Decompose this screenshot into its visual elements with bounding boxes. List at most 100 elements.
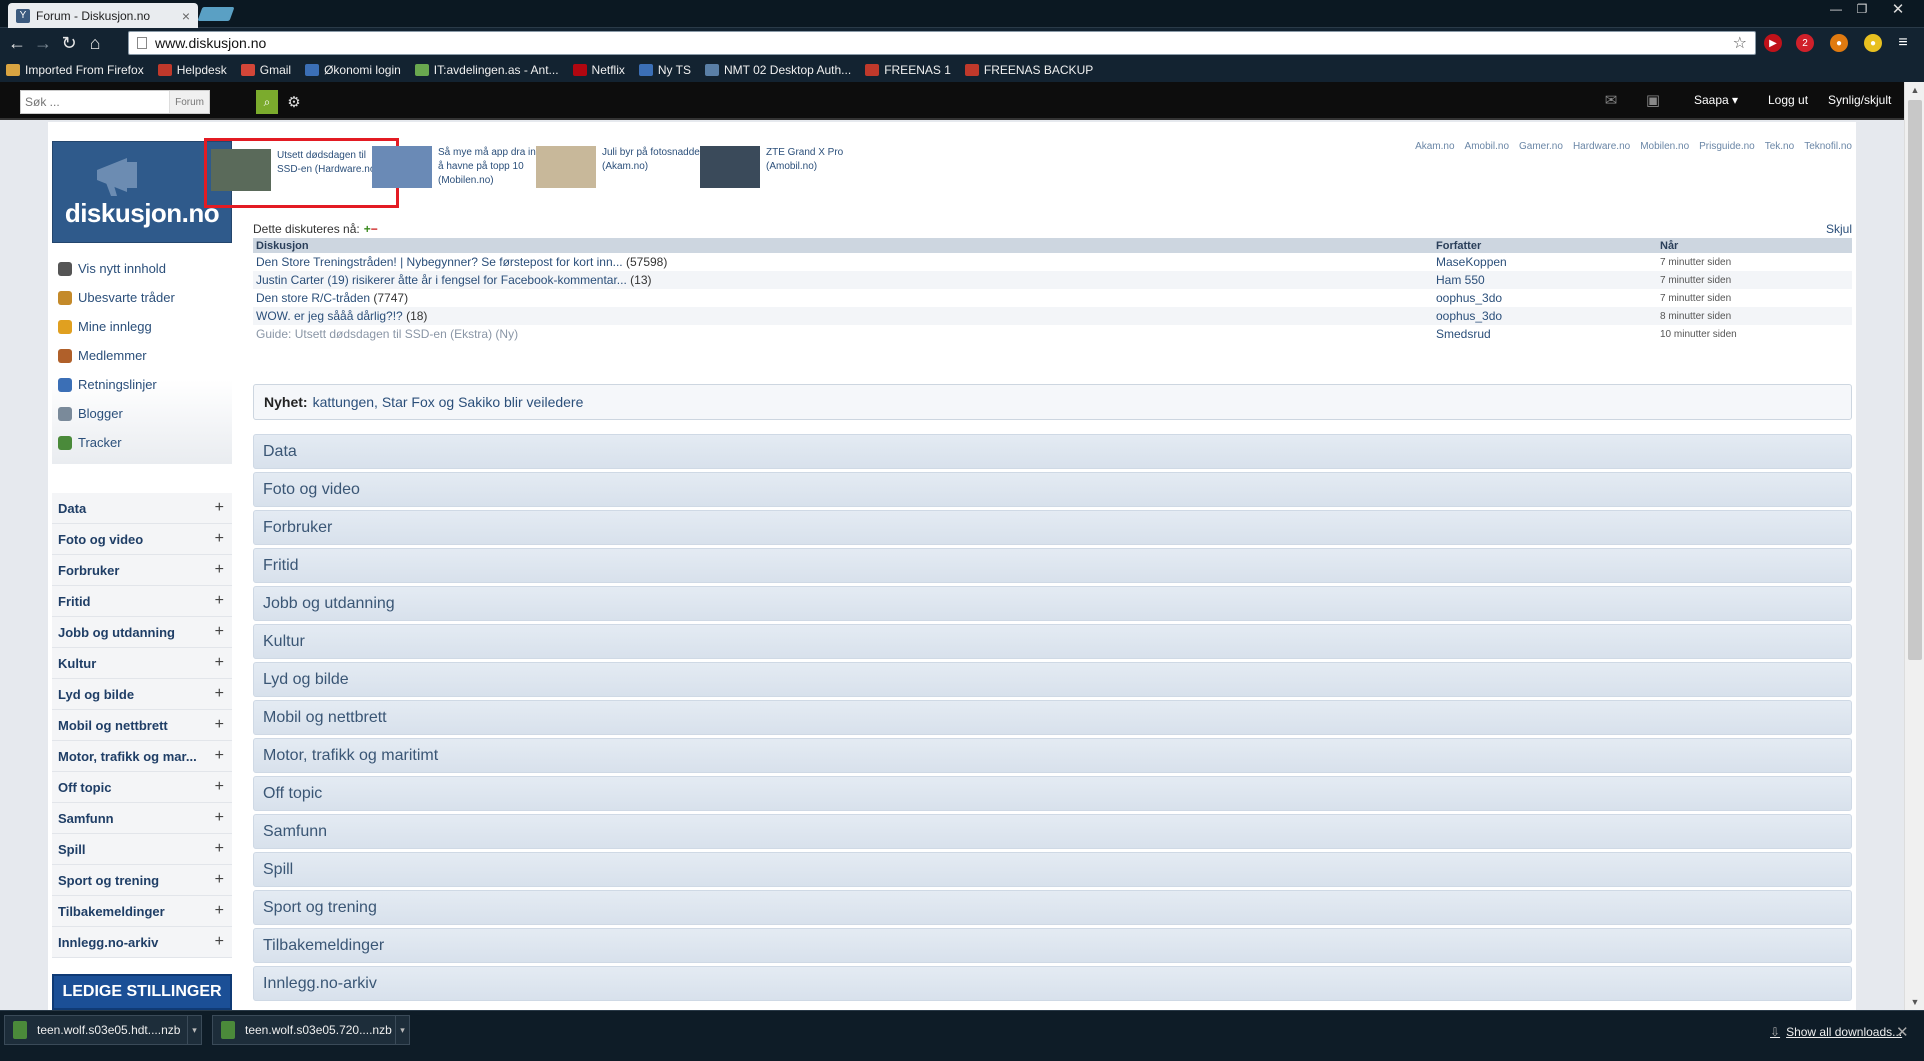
sidebar-category[interactable]: Spill +: [52, 834, 232, 865]
author-cell[interactable]: oophus_3do: [1433, 307, 1657, 325]
forum-category-header[interactable]: Spill: [253, 852, 1852, 887]
expand-plus-icon[interactable]: +: [364, 222, 371, 236]
plus-icon[interactable]: +: [215, 778, 224, 796]
bookmark-item[interactable]: FREENAS 1: [865, 63, 951, 77]
quick-link-item[interactable]: Retningslinjer: [52, 370, 232, 399]
forum-category-header[interactable]: Off topic: [253, 776, 1852, 811]
sidebar-category[interactable]: Forbruker +: [52, 555, 232, 586]
firefox-extension-icon[interactable]: ●: [1830, 34, 1848, 52]
tab-close-icon[interactable]: ×: [182, 8, 190, 24]
address-bar[interactable]: www.diskusjon.no ☆: [128, 31, 1756, 55]
sidebar-category[interactable]: Samfunn +: [52, 803, 232, 834]
news-text[interactable]: kattungen, Star Fox og Sakiko blir veile…: [313, 394, 584, 410]
forum-category-header[interactable]: Tilbakemeldinger: [253, 928, 1852, 963]
bookmark-star-icon[interactable]: ☆: [1733, 33, 1747, 53]
home-icon[interactable]: ⌂: [82, 30, 108, 56]
network-link[interactable]: Akam.no: [1415, 141, 1454, 152]
forum-category-header[interactable]: Mobil og nettbrett: [253, 700, 1852, 735]
plus-icon[interactable]: +: [215, 840, 224, 858]
plus-icon[interactable]: +: [215, 747, 224, 765]
author-cell[interactable]: Smedsrud: [1433, 325, 1657, 343]
quick-link-item[interactable]: Vis nytt innhold: [52, 254, 232, 283]
bookmark-item[interactable]: Netflix: [572, 63, 625, 77]
sidebar-category[interactable]: Sport og trening +: [52, 865, 232, 896]
sidebar-category[interactable]: Fritid +: [52, 586, 232, 617]
sidebar-category[interactable]: Off topic +: [52, 772, 232, 803]
network-link[interactable]: Teknofil.no: [1804, 141, 1852, 152]
author-cell[interactable]: MaseKoppen: [1433, 253, 1657, 271]
plus-icon[interactable]: +: [215, 654, 224, 672]
forward-arrow-icon[interactable]: →: [30, 30, 56, 56]
chevron-down-icon[interactable]: ▾: [395, 1016, 409, 1044]
sidebar-category[interactable]: Tilbakemeldinger +: [52, 896, 232, 927]
forum-category-header[interactable]: Motor, trafikk og maritimt: [253, 738, 1852, 773]
bookmark-item[interactable]: IT:avdelingen.as - Ant...: [414, 63, 559, 77]
download-item[interactable]: teen.wolf.s03e05.hdt....nzb ▾: [4, 1015, 202, 1045]
author-cell[interactable]: Ham 550: [1433, 271, 1657, 289]
inbox-icon[interactable]: ✉: [1602, 91, 1620, 109]
search-scope[interactable]: Forum: [169, 91, 209, 113]
network-link[interactable]: Tek.no: [1765, 141, 1794, 152]
adblock-extension-icon[interactable]: 2: [1796, 34, 1814, 52]
bookmark-item[interactable]: Gmail: [240, 63, 291, 77]
quick-link-item[interactable]: Ubesvarte tråder: [52, 283, 232, 312]
new-tab-button[interactable]: [197, 7, 235, 21]
collapse-minus-icon[interactable]: −: [371, 222, 378, 236]
forum-category-header[interactable]: Fritid: [253, 548, 1852, 583]
page-scrollbar[interactable]: ▲ ▼: [1904, 82, 1924, 1010]
quick-link-item[interactable]: Blogger: [52, 399, 232, 428]
network-link[interactable]: Gamer.no: [1519, 141, 1563, 152]
topic-cell[interactable]: Den store R/C-tråden (7747): [253, 289, 1433, 307]
forum-category-header[interactable]: Lyd og bilde: [253, 662, 1852, 697]
hide-link[interactable]: Skjul: [1826, 222, 1852, 236]
forum-category-header[interactable]: Samfunn: [253, 814, 1852, 849]
topic-title[interactable]: Den store R/C-tråden: [256, 291, 370, 305]
back-arrow-icon[interactable]: ←: [4, 30, 30, 56]
user-menu[interactable]: Saapa ▾: [1694, 93, 1738, 107]
reload-icon[interactable]: ↻: [56, 30, 82, 56]
bookmark-item[interactable]: NMT 02 Desktop Auth...: [705, 63, 851, 77]
topic-cell[interactable]: Justin Carter (19) risikerer åtte år i f…: [253, 271, 1433, 289]
sidebar-category[interactable]: Motor, trafikk og mar... +: [52, 741, 232, 772]
gear-icon[interactable]: ⚙: [284, 90, 304, 114]
sidebar-category[interactable]: Data +: [52, 493, 232, 524]
menu-hamburger-icon[interactable]: ≡: [1894, 34, 1912, 52]
plus-icon[interactable]: +: [215, 530, 224, 548]
sidebar-category[interactable]: Foto og video +: [52, 524, 232, 555]
plus-icon[interactable]: +: [215, 685, 224, 703]
forum-category-header[interactable]: Sport og trening: [253, 890, 1852, 925]
bookmark-item[interactable]: Økonomi login: [305, 63, 401, 77]
forum-category-header[interactable]: Jobb og utdanning: [253, 586, 1852, 621]
quick-link-item[interactable]: Medlemmer: [52, 341, 232, 370]
profile-card-icon[interactable]: ▣: [1644, 91, 1662, 109]
topic-title[interactable]: Guide: Utsett dødsdagen til SSD-en (Ekst…: [256, 327, 518, 341]
network-link[interactable]: Hardware.no: [1573, 141, 1630, 152]
network-link[interactable]: Amobil.no: [1465, 141, 1509, 152]
forum-category-header[interactable]: Forbruker: [253, 510, 1852, 545]
visibility-toggle[interactable]: Synlig/skjult: [1828, 93, 1891, 107]
sidebar-category[interactable]: Lyd og bilde +: [52, 679, 232, 710]
logout-link[interactable]: Logg ut: [1768, 93, 1808, 107]
bookmark-item[interactable]: Ny TS: [638, 63, 691, 77]
browser-tab-active[interactable]: Y Forum - Diskusjon.no ×: [8, 3, 198, 28]
plus-icon[interactable]: +: [215, 902, 224, 920]
network-link[interactable]: Prisguide.no: [1699, 141, 1755, 152]
topic-cell[interactable]: WOW. er jeg sååå dårlig?!? (18): [253, 307, 1433, 325]
plus-icon[interactable]: +: [215, 499, 224, 517]
plus-icon[interactable]: +: [215, 592, 224, 610]
window-close-button[interactable]: ✕: [1880, 0, 1916, 18]
jobs-banner[interactable]: LEDIGE STILLINGER: [52, 974, 232, 1010]
topic-title[interactable]: WOW. er jeg sååå dårlig?!?: [256, 309, 403, 323]
search-icon[interactable]: ⌕: [256, 90, 278, 114]
plus-icon[interactable]: +: [215, 933, 224, 951]
sidebar-category[interactable]: Kultur +: [52, 648, 232, 679]
plus-icon[interactable]: +: [215, 871, 224, 889]
bookmark-item[interactable]: Imported From Firefox: [6, 63, 144, 77]
quick-link-item[interactable]: Mine innlegg: [52, 312, 232, 341]
scroll-thumb[interactable]: [1908, 100, 1922, 660]
quick-link-item[interactable]: Tracker: [52, 428, 232, 457]
topic-cell[interactable]: Den Store Treningstråden! | Nybegynner? …: [253, 253, 1433, 271]
plus-icon[interactable]: +: [215, 716, 224, 734]
bookmark-item[interactable]: Helpdesk: [157, 63, 227, 77]
bookmark-item[interactable]: FREENAS BACKUP: [964, 63, 1093, 77]
